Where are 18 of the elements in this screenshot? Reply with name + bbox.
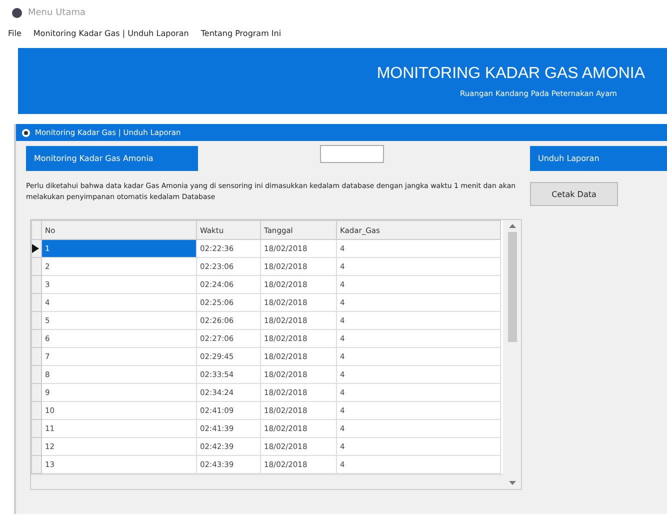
menu-item[interactable]: File bbox=[8, 28, 22, 38]
menu-item[interactable]: Monitoring Kadar Gas | Unduh Laporan bbox=[33, 28, 189, 38]
scroll-up-icon[interactable] bbox=[508, 224, 516, 228]
row-header[interactable] bbox=[32, 240, 42, 258]
window-title: Menu Utama bbox=[28, 8, 86, 18]
monitoring-button[interactable]: Monitoring Kadar Gas Amonia bbox=[26, 146, 198, 171]
print-button[interactable]: Cetak Data bbox=[530, 182, 618, 206]
header-title: MONITORING KADAR GAS AMONIA bbox=[376, 64, 645, 82]
download-button[interactable]: Unduh Laporan bbox=[530, 146, 667, 171]
vertical-scrollbar[interactable] bbox=[503, 220, 521, 489]
menu-item[interactable]: Tentang Program Ini bbox=[200, 28, 282, 38]
row-pointer-icon bbox=[32, 244, 39, 253]
radio-button[interactable] bbox=[22, 128, 30, 136]
horizontal-scrollbar[interactable] bbox=[31, 474, 503, 489]
app-icon bbox=[12, 8, 22, 18]
scrollbar-thumb[interactable] bbox=[508, 232, 516, 342]
scroll-down-icon[interactable] bbox=[508, 481, 516, 485]
input-field[interactable] bbox=[320, 145, 384, 163]
